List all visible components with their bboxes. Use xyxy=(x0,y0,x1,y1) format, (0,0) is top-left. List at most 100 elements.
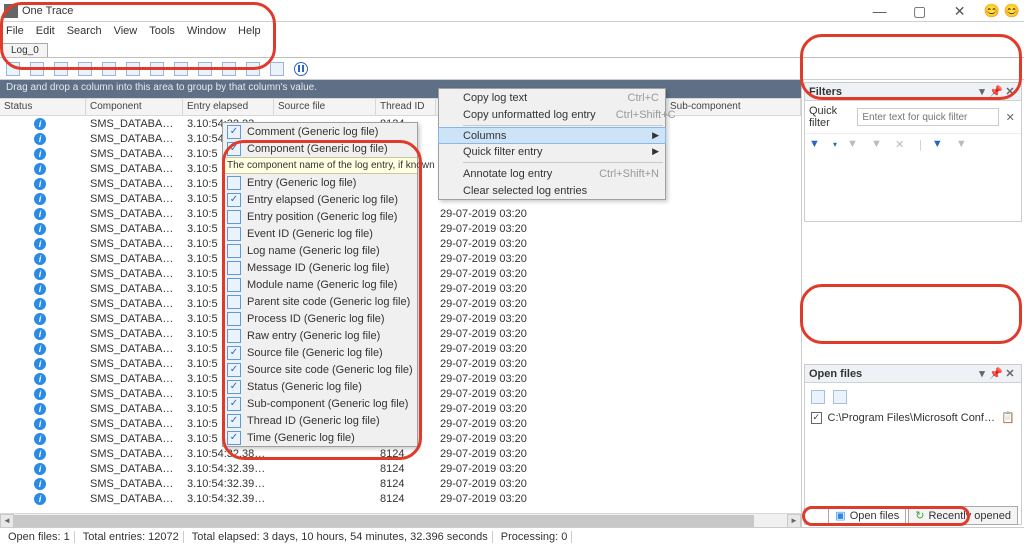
menu-help[interactable]: Help xyxy=(238,25,261,37)
table-row[interactable]: iSMS_DATABASE_NO…3.10:54:32.396000081242… xyxy=(0,491,801,506)
menu-search[interactable]: Search xyxy=(67,25,102,37)
menu-item: Annotate log entryCtrl+Shift+N xyxy=(439,165,665,182)
pause-icon[interactable] xyxy=(294,62,308,76)
column-toggle-item[interactable]: Log name (Generic log file) xyxy=(223,242,417,259)
toolbar-btn[interactable] xyxy=(222,62,236,76)
column-toggle-item[interactable]: ✓Entry elapsed (Generic log file) xyxy=(223,191,417,208)
table-row[interactable]: iSMS_DATABASE_NO…3.10:54:32.387000081242… xyxy=(0,446,801,461)
openfiles-toolbar-btn[interactable] xyxy=(811,390,825,404)
column-toggle-item[interactable]: Process ID (Generic log file) xyxy=(223,310,417,327)
checkbox-icon[interactable]: ✓ xyxy=(811,412,822,424)
column-toggle-item[interactable]: ✓Sub-component (Generic log file) xyxy=(223,395,417,412)
menu-edit[interactable]: Edit xyxy=(36,25,55,37)
quickfilter-label: Quick filter xyxy=(809,105,853,129)
horizontal-scrollbar[interactable]: ◄ ► xyxy=(0,513,801,527)
openfiles-toolbar-btn[interactable] xyxy=(833,390,847,404)
info-icon: i xyxy=(34,373,46,385)
context-menu[interactable]: Copy log textCtrl+CCopy unformatted log … xyxy=(438,88,666,200)
toolbar-btn[interactable] xyxy=(150,62,164,76)
col-source-file[interactable]: Source file xyxy=(274,99,376,115)
column-toggle-item[interactable]: ✓Time (Generic log file) xyxy=(223,429,417,446)
column-toggle-item[interactable]: Message ID (Generic log file) xyxy=(223,259,417,276)
toolbar-btn[interactable] xyxy=(6,62,20,76)
toolbar-btn[interactable] xyxy=(78,62,92,76)
column-toggle-item[interactable]: ✓Source file (Generic log file) xyxy=(223,344,417,361)
menu-tools[interactable]: Tools xyxy=(149,25,175,37)
filter-icon[interactable]: ▼ xyxy=(809,138,823,152)
toolbar-btn[interactable] xyxy=(246,62,260,76)
column-toggle-item[interactable]: ✓Thread ID (Generic log file) xyxy=(223,412,417,429)
minimize-button[interactable]: — xyxy=(860,1,900,21)
status-open-files: Open files: 1 xyxy=(4,531,75,543)
close-button[interactable]: ✕ xyxy=(940,1,980,21)
column-toggle-item[interactable]: Entry position (Generic log file) xyxy=(223,208,417,225)
filters-title: Filters xyxy=(809,86,842,98)
info-icon: i xyxy=(34,328,46,340)
tab-log0[interactable]: Log_0 xyxy=(2,43,48,57)
column-toggle-item[interactable]: ✓Source site code (Generic log file) xyxy=(223,361,417,378)
column-toggle-item[interactable]: Event ID (Generic log file) xyxy=(223,225,417,242)
panel-dropdown-icon[interactable]: ▾ xyxy=(975,367,989,380)
scroll-left-icon[interactable]: ◄ xyxy=(0,514,14,528)
scroll-right-icon[interactable]: ► xyxy=(787,514,801,528)
info-icon: i xyxy=(34,178,46,190)
column-toggle-item[interactable]: ✓Status (Generic log file) xyxy=(223,378,417,395)
col-status[interactable]: Status xyxy=(0,99,86,115)
toolbar-btn[interactable] xyxy=(270,62,284,76)
col-entry-elapsed[interactable]: Entry elapsed xyxy=(183,99,274,115)
toolbar-btn[interactable] xyxy=(30,62,44,76)
info-icon: i xyxy=(34,163,46,175)
menu-item: Copy log textCtrl+C xyxy=(439,89,665,106)
menu-item[interactable]: Quick filter entry▶ xyxy=(439,143,665,160)
toolbar-btn[interactable] xyxy=(102,62,116,76)
panel-pin-icon[interactable]: 📌 xyxy=(989,85,1003,98)
copy-icon[interactable]: 📋 xyxy=(1001,411,1015,424)
filter-clear-icon[interactable]: ✕ xyxy=(895,138,909,152)
btab-open-files[interactable]: ▣Open files xyxy=(828,506,906,525)
menu-item[interactable]: Columns▶ xyxy=(438,127,666,144)
column-toggle-item[interactable]: ✓Comment (Generic log file) xyxy=(223,123,417,140)
openfile-row[interactable]: ✓ C:\Program Files\Microsoft Configurati… xyxy=(809,407,1017,428)
group-bar[interactable]: Drag and drop a column into this area to… xyxy=(0,80,801,98)
panel-close-icon[interactable]: ✕ xyxy=(1003,85,1017,98)
filter-next-icon[interactable]: ▼ xyxy=(871,138,885,152)
column-toggle-item[interactable]: Raw entry (Generic log file) xyxy=(223,327,417,344)
scroll-thumb[interactable] xyxy=(14,515,754,527)
column-toggle-item[interactable]: Parent site code (Generic log file) xyxy=(223,293,417,310)
info-icon: i xyxy=(34,478,46,490)
table-row[interactable]: iSMS_DATABASE_NO…3.10:54:32.393000081242… xyxy=(0,476,801,491)
quickfilter-input[interactable] xyxy=(857,108,999,126)
btab-recently-opened[interactable]: ↻Recently opened xyxy=(908,506,1018,525)
menu-window[interactable]: Window xyxy=(187,25,226,37)
emoji-icon: 😊 xyxy=(1004,3,1020,19)
toolbar-btn[interactable] xyxy=(126,62,140,76)
columns-submenu[interactable]: ✓Comment (Generic log file)✓Component (G… xyxy=(222,122,418,447)
toolbar-btn[interactable] xyxy=(198,62,212,76)
menu-file[interactable]: File xyxy=(6,25,24,37)
status-total-elapsed: Total elapsed: 3 days, 10 hours, 54 minu… xyxy=(188,531,493,543)
panel-close-icon[interactable]: ✕ xyxy=(1003,367,1017,380)
filter-icon[interactable]: ▼ xyxy=(956,138,970,152)
table-row[interactable]: iSMS_DATABASE_NO…3.10:54:32.390000081242… xyxy=(0,461,801,476)
filter-prev-icon[interactable]: ▼ xyxy=(847,138,861,152)
toolbar-btn[interactable] xyxy=(54,62,68,76)
info-icon: i xyxy=(34,433,46,445)
column-toggle-item[interactable]: Module name (Generic log file) xyxy=(223,276,417,293)
clear-filter-icon[interactable]: ✕ xyxy=(1003,111,1017,124)
menu-view[interactable]: View xyxy=(114,25,138,37)
column-toggle-item[interactable]: ✓Component (Generic log file) xyxy=(223,140,417,157)
statusbar: Open files: 1 Total entries: 12072 Total… xyxy=(0,527,1024,545)
app-title: One Trace xyxy=(22,5,860,17)
info-icon: i xyxy=(34,118,46,130)
col-component[interactable]: Component xyxy=(86,99,183,115)
panel-dropdown-icon[interactable]: ▾ xyxy=(975,85,989,98)
col-sub-component[interactable]: Sub-component xyxy=(666,99,801,115)
filter-icon[interactable]: ▼ xyxy=(932,138,946,152)
toolbar-btn[interactable] xyxy=(174,62,188,76)
col-thread-id[interactable]: Thread ID xyxy=(376,99,436,115)
panel-pin-icon[interactable]: 📌 xyxy=(989,367,1003,380)
maximize-button[interactable]: ▢ xyxy=(900,1,940,21)
info-icon: i xyxy=(34,418,46,430)
info-icon: i xyxy=(34,448,46,460)
column-toggle-item[interactable]: Entry (Generic log file) xyxy=(223,174,417,191)
